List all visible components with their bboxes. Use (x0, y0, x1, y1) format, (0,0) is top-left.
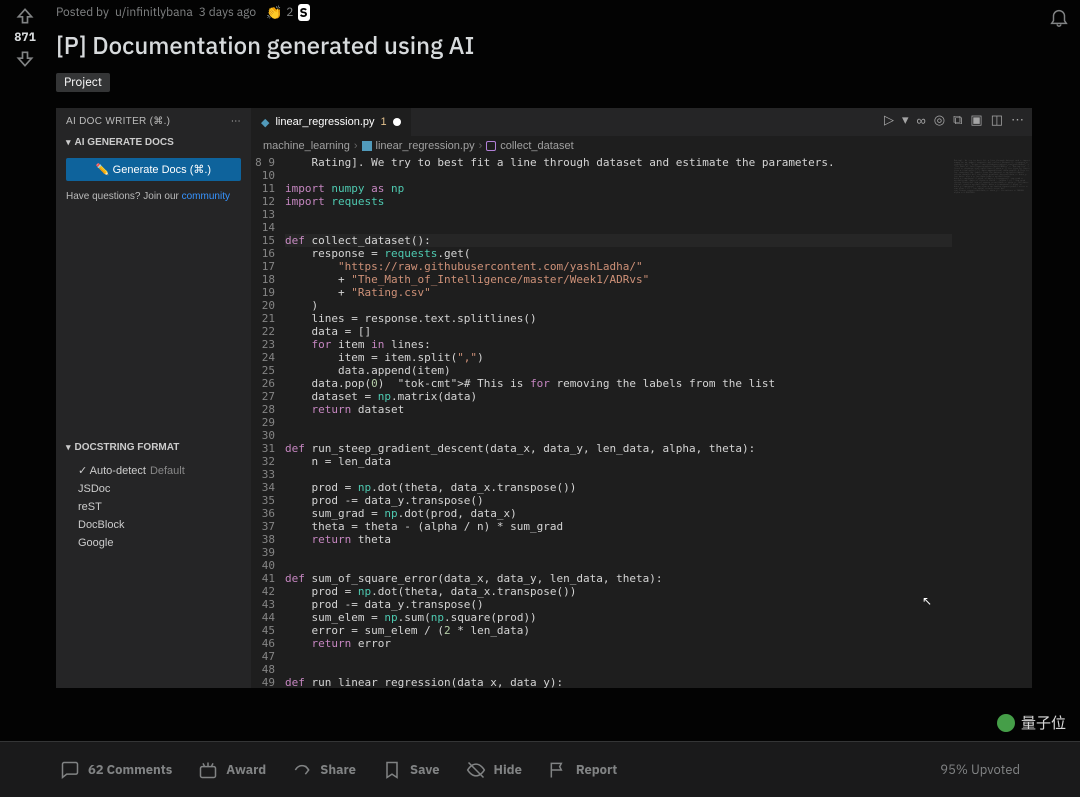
author-link[interactable]: u/infinitlybana (115, 5, 193, 20)
ide-sidebar: AI DOC WRITER (⌘.) ⋯ AI GENERATE DOCS ✏️… (56, 108, 251, 688)
upvote-percentage: 95% Upvoted (940, 761, 1020, 778)
breadcrumb[interactable]: machine_learning› linear_regression.py› … (251, 136, 1032, 156)
file-icon (362, 141, 372, 151)
award-s-icon: S (298, 4, 310, 21)
run-icon[interactable]: ▷ (884, 112, 894, 128)
cursor-pointer-icon: ↖ (922, 594, 932, 608)
sidebar-title: AI DOC WRITER (⌘.) (66, 116, 170, 127)
book-icon[interactable]: ▣ (970, 112, 982, 128)
downvote-icon[interactable] (15, 49, 35, 69)
comments-button[interactable]: 62 Comments (60, 760, 172, 780)
award-badges[interactable]: 👏 2 S (266, 4, 310, 21)
award-button[interactable]: Award (198, 760, 266, 780)
upvote-icon[interactable] (15, 6, 35, 26)
community-link[interactable]: community (182, 191, 230, 202)
vote-score: 871 (14, 30, 36, 45)
award-applause-icon: 👏 (266, 4, 282, 21)
watermark: 量子位 (997, 712, 1066, 733)
more-icon[interactable]: ⋯ (1011, 112, 1024, 128)
docformat-jsdoc[interactable]: JSDoc (56, 480, 251, 498)
link-icon[interactable]: ∞ (916, 113, 925, 128)
symbol-icon (486, 141, 496, 151)
post-actions-bar: 62 Comments Award Share Save Hide Report… (0, 741, 1080, 797)
docformat-google[interactable]: Google (56, 534, 251, 552)
post-flair[interactable]: Project (56, 73, 110, 92)
docformat-docblock[interactable]: DocBlock (56, 516, 251, 534)
docformat-auto[interactable]: Auto-detectDefault (56, 461, 251, 480)
docstring-section-header[interactable]: DOCSTRING FORMAT (56, 438, 251, 459)
tab-modified-icon (393, 118, 401, 126)
eye-icon[interactable]: ◎ (934, 112, 945, 128)
editor-area: ◆ linear_regression.py 1 ▷ ▾ ∞ ◎ ⧉ ▣ ◫ ⋯ (251, 108, 1032, 688)
post-title: [P] Documentation generated using AI (56, 29, 1032, 61)
ide-screenshot: AI DOC WRITER (⌘.) ⋯ AI GENERATE DOCS ✏️… (56, 108, 1032, 688)
post-byline: Posted by u/infinitlybana 3 days ago 👏 2… (56, 4, 1032, 21)
hide-button[interactable]: Hide (466, 760, 522, 780)
share-button[interactable]: Share (292, 760, 356, 780)
save-button[interactable]: Save (382, 760, 440, 780)
generate-section-header[interactable]: AI GENERATE DOCS (56, 133, 251, 154)
tab-linear-regression[interactable]: ◆ linear_regression.py 1 (251, 108, 411, 136)
split-icon[interactable]: ◫ (991, 112, 1003, 128)
wechat-icon (997, 714, 1015, 732)
report-button[interactable]: Report (548, 760, 617, 780)
python-file-icon: ◆ (261, 116, 269, 129)
code-editor[interactable]: 8 9 10 11 12 13 14 15 16 17 18 19 20 21 … (251, 156, 1032, 688)
dropdown-icon[interactable]: ▾ (902, 112, 909, 128)
bell-icon[interactable] (1048, 6, 1070, 28)
minimap[interactable]: Rating]. We try to best fit a line throu… (952, 156, 1032, 688)
diff-icon[interactable]: ⧉ (953, 112, 962, 128)
sidebar-more-icon[interactable]: ⋯ (231, 116, 241, 127)
community-line: Have questions? Join our community (56, 185, 251, 208)
editor-toolbar: ▷ ▾ ∞ ◎ ⧉ ▣ ◫ ⋯ (884, 112, 1024, 128)
docformat-rest[interactable]: reST (56, 498, 251, 516)
generate-docs-button[interactable]: ✏️ Generate Docs (⌘.) (66, 158, 241, 181)
